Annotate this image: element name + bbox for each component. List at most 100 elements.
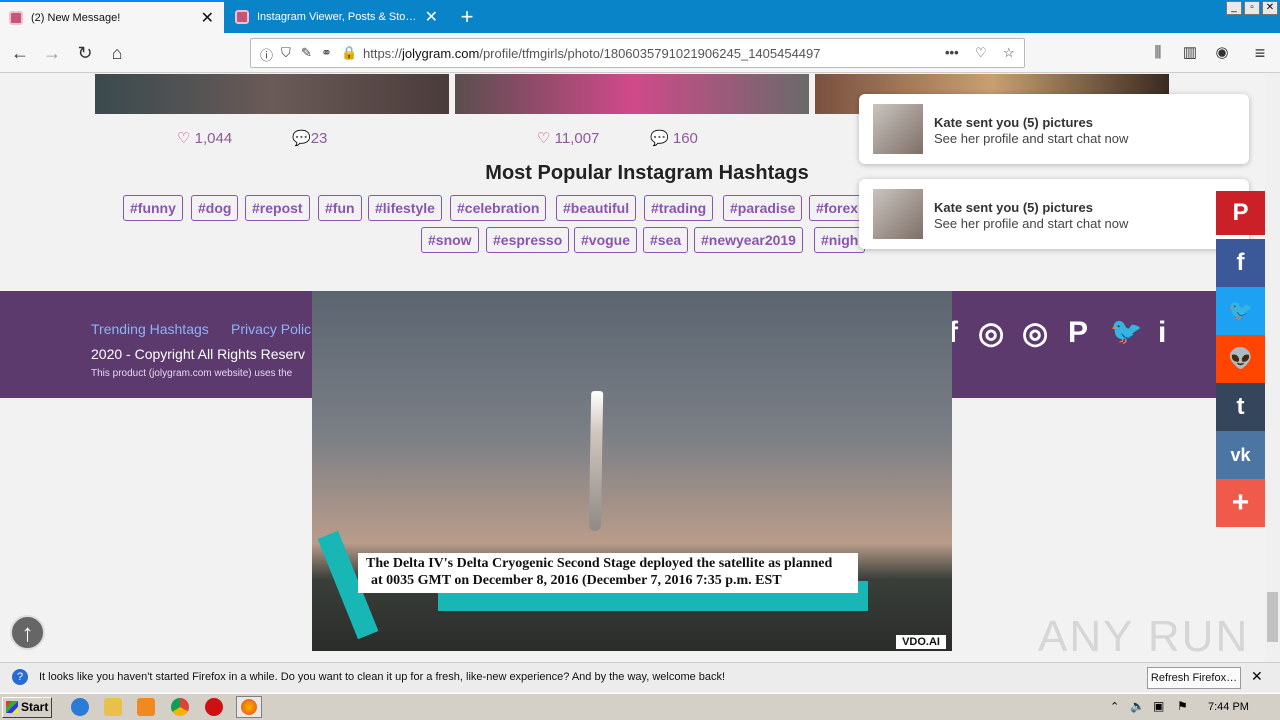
hashtag-link[interactable]: #dog xyxy=(191,195,239,221)
notification-subtitle: See her profile and start chat now xyxy=(934,131,1129,146)
hashtag-link[interactable]: #lifestyle xyxy=(368,195,442,221)
folder-icon[interactable] xyxy=(104,698,122,716)
share-facebook-button[interactable]: f xyxy=(1216,239,1265,287)
ie-icon[interactable] xyxy=(71,698,89,716)
new-tab-button[interactable]: + xyxy=(456,4,478,30)
copyright-text: 2020 - Copyright All Rights Reserv xyxy=(91,346,305,362)
share-more-button[interactable]: + xyxy=(1216,479,1265,527)
video-caption: The Delta IV's Delta Cryogenic Second St… xyxy=(358,553,858,593)
firefox-icon xyxy=(241,699,257,715)
notification-subtitle: See her profile and start chat now xyxy=(934,216,1129,231)
notification-title: Kate sent you (5) pictures xyxy=(934,115,1093,130)
hashtag-link[interactable]: #nigh xyxy=(814,227,866,253)
info-icon[interactable]: i xyxy=(1158,316,1166,350)
flag-icon[interactable]: ⚑ xyxy=(1177,699,1188,713)
profile-photo xyxy=(873,104,923,154)
heart-icon: ♡ xyxy=(177,130,191,147)
scroll-to-top-button[interactable]: ↑ xyxy=(10,615,45,650)
footer-link-trending[interactable]: Trending Hashtags xyxy=(91,321,209,337)
close-tab-icon[interactable]: ✕ xyxy=(425,7,438,27)
network-icon[interactable]: ▣ xyxy=(1153,699,1164,713)
permissions-icon[interactable]: ✎ xyxy=(301,45,312,61)
share-twitter-button[interactable]: 🐦 xyxy=(1216,287,1265,335)
post-thumbnail[interactable] xyxy=(455,74,809,114)
instagram-favicon-icon xyxy=(235,9,249,24)
volume-icon[interactable]: 🔈 xyxy=(1130,699,1145,713)
menu-icon[interactable]: ≡ xyxy=(1248,41,1272,65)
scrollbar-thumb[interactable] xyxy=(1267,592,1278,642)
tab-new-message[interactable]: (2) New Message! ✕ xyxy=(0,0,224,33)
tab-instagram-viewer[interactable]: Instagram Viewer, Posts & Story D ✕ xyxy=(226,0,448,33)
footer-notice: This product (jolygram.com website) uses… xyxy=(91,368,293,379)
hashtag-link[interactable]: #paradise xyxy=(723,195,803,221)
rocket-launch-image xyxy=(588,390,604,532)
url-bar[interactable]: ⓘ ⛉ ✎ ⚭ 🔒 https://jolygram.com/profile/t… xyxy=(250,38,1025,68)
hashtag-link[interactable]: #forex xyxy=(809,195,866,221)
chat-notification[interactable]: Kate sent you (5) pictures See her profi… xyxy=(859,179,1249,249)
tray-expand-icon[interactable]: ⌃ xyxy=(1110,700,1119,713)
system-clock[interactable]: 7:44 PM xyxy=(1208,701,1249,713)
page-actions-icon[interactable]: ••• xyxy=(945,45,959,60)
minimize-button[interactable]: _ xyxy=(1226,1,1242,15)
twitter-icon[interactable]: 🐦 xyxy=(1110,316,1142,347)
anyrun-watermark: ANY RUN xyxy=(1038,612,1250,661)
instagram-icon[interactable]: ◎ xyxy=(978,316,1004,351)
info-icon[interactable]: ⓘ xyxy=(260,45,273,64)
navigation-bar: ← → ↻ ⌂ ⓘ ⛉ ✎ ⚭ 🔒 https://jolygram.com/p… xyxy=(0,33,1280,73)
link-icon[interactable]: ⚭ xyxy=(321,45,332,61)
maximize-button[interactable]: ▫ xyxy=(1244,1,1260,15)
hashtag-link[interactable]: #funny xyxy=(123,195,183,221)
account-icon[interactable]: ◉ xyxy=(1210,41,1234,65)
opera-icon[interactable] xyxy=(205,698,223,716)
close-window-button[interactable]: ✕ xyxy=(1262,1,1278,15)
hashtag-link[interactable]: #vogue xyxy=(574,227,638,253)
hashtag-link[interactable]: #sea xyxy=(643,227,689,253)
refresh-firefox-button[interactable]: Refresh Firefox… xyxy=(1147,667,1241,689)
post-thumbnail[interactable] xyxy=(95,74,449,114)
instagram-icon[interactable]: ◎ xyxy=(1022,316,1048,351)
vdo-ai-logo[interactable]: VDO.AI xyxy=(896,635,946,649)
chat-notification[interactable]: Kate sent you (5) pictures See her profi… xyxy=(859,94,1249,164)
share-pinterest-button[interactable]: P xyxy=(1216,191,1265,235)
reload-icon[interactable]: ↻ xyxy=(73,41,97,65)
library-icon[interactable]: ⫼ xyxy=(1146,41,1170,65)
url-text[interactable]: https://jolygram.com/profile/tfmgirls/ph… xyxy=(363,46,821,61)
footer-link-privacy[interactable]: Privacy Polic xyxy=(231,321,311,337)
hashtag-link[interactable]: #espresso xyxy=(486,227,570,253)
windows-taskbar: Start ⌃ 🔈 ▣ ⚑ 7:44 PM xyxy=(0,693,1280,720)
instagram-favicon-icon xyxy=(9,10,23,25)
forward-icon[interactable]: → xyxy=(40,41,64,65)
heart-icon: ♡ xyxy=(537,130,551,147)
hashtag-link[interactable]: #celebration xyxy=(450,195,547,221)
share-vk-button[interactable]: vk xyxy=(1216,431,1265,479)
share-reddit-button[interactable]: 👽 xyxy=(1216,335,1265,383)
hashtag-link[interactable]: #repost xyxy=(245,195,310,221)
share-tumblr-button[interactable]: t xyxy=(1216,383,1265,431)
pocket-icon[interactable]: ♡ xyxy=(975,45,987,61)
window-controls: _ ▫ ✕ xyxy=(1226,1,1278,15)
chrome-icon[interactable] xyxy=(171,698,189,716)
hashtag-link[interactable]: #fun xyxy=(318,195,362,221)
comment-icon: 💬 xyxy=(650,130,669,147)
home-icon[interactable]: ⌂ xyxy=(105,41,129,65)
video-ad-player[interactable]: The Delta IV's Delta Cryogenic Second St… xyxy=(312,291,952,651)
tab-bar: (2) New Message! ✕ Instagram Viewer, Pos… xyxy=(0,0,1280,33)
close-infobar-icon[interactable]: ✕ xyxy=(1251,668,1263,685)
back-icon[interactable]: ← xyxy=(8,41,32,65)
likes-count: ♡ 11,007 xyxy=(537,130,600,147)
comments-count: 💬 160 xyxy=(650,130,698,147)
bookmark-star-icon[interactable]: ☆ xyxy=(1003,45,1015,61)
page-scrollbar[interactable] xyxy=(1265,74,1280,662)
close-tab-icon[interactable]: ✕ xyxy=(201,8,214,28)
hashtag-link[interactable]: #snow xyxy=(421,227,479,253)
pinterest-icon[interactable]: P xyxy=(1068,316,1088,350)
hashtag-link[interactable]: #trading xyxy=(644,195,714,221)
shield-icon[interactable]: ⛉ xyxy=(281,45,291,61)
tab-title: Instagram Viewer, Posts & Story D xyxy=(257,10,417,23)
page-content: ♡ 1,044 💬23 ♡ 11,007 💬 160 Most Popular … xyxy=(0,74,1265,662)
start-button[interactable]: Start xyxy=(2,697,52,718)
sidebar-icon[interactable]: ▥ xyxy=(1178,41,1202,65)
hashtag-link[interactable]: #beautiful xyxy=(556,195,637,221)
media-player-icon[interactable] xyxy=(137,698,155,716)
hashtag-link[interactable]: #newyear2019 xyxy=(694,227,803,253)
